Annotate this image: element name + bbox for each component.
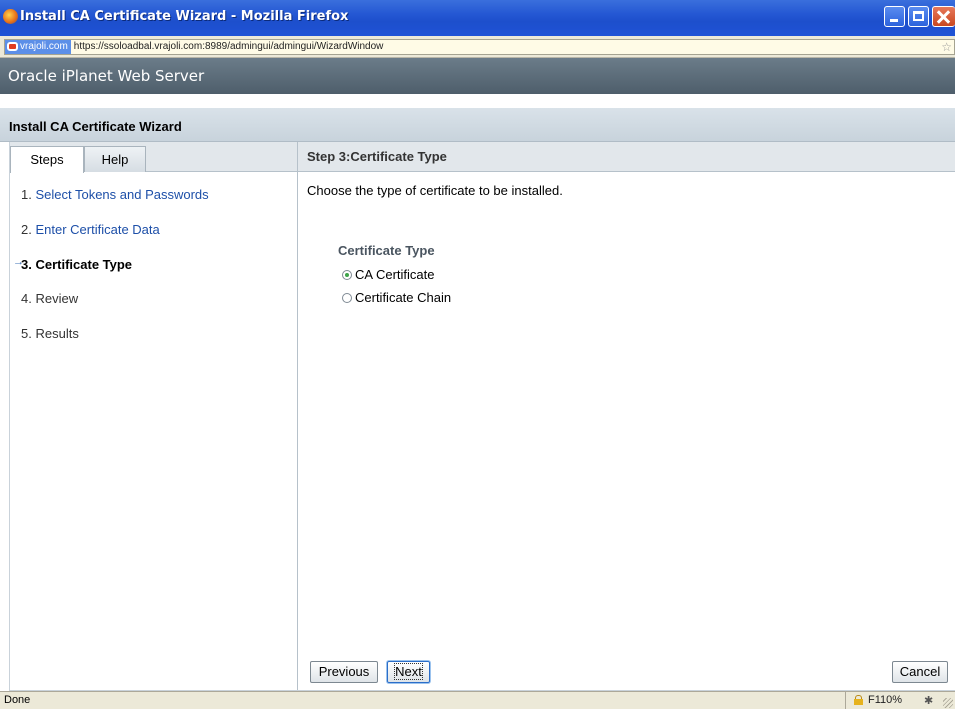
step-label: Certificate Type <box>35 257 133 272</box>
url-bar: vrajoli.com https://ssoloadbal.vrajoli.co… <box>0 36 955 58</box>
padlock-icon[interactable] <box>854 695 863 705</box>
status-indicators: F110% ✱ <box>845 692 955 709</box>
cancel-button[interactable]: Cancel <box>892 661 948 683</box>
oracle-favicon-icon <box>7 42 18 51</box>
window-titlebar: Install CA Certificate Wizard - Mozilla … <box>0 0 955 36</box>
previous-button[interactable]: Previous <box>310 661 378 683</box>
tab-help[interactable]: Help <box>84 146 146 172</box>
radio-unchecked-icon[interactable] <box>342 293 352 303</box>
step-link-enter-certificate-data[interactable]: Enter Certificate Data <box>35 222 159 237</box>
status-bar: Done F110% ✱ <box>0 691 955 709</box>
next-button-label: Next <box>394 663 423 680</box>
step-number: 4. <box>21 291 32 306</box>
step-item-4: 4. Review <box>21 291 78 306</box>
site-label: vrajoli.com <box>20 41 68 52</box>
wizard-title: Install CA Certificate Wizard <box>9 119 182 134</box>
maximize-button[interactable] <box>908 6 929 27</box>
resize-grip-icon[interactable] <box>943 698 953 708</box>
firefox-icon <box>3 9 18 24</box>
header-spacer <box>0 94 955 108</box>
step-link-select-tokens[interactable]: Select Tokens and Passwords <box>35 187 208 202</box>
step-item-5: 5. Results <box>21 326 79 341</box>
steps-panel: Steps Help 1. Select Tokens and Password… <box>9 142 298 691</box>
site-identity-button[interactable]: vrajoli.com <box>5 40 71 54</box>
product-name: Oracle iPlanet Web Server <box>8 67 205 85</box>
step-label: Results <box>35 326 79 341</box>
radio-certificate-chain[interactable]: Certificate Chain <box>342 290 451 305</box>
step-content-panel: Step 3:Certificate Type Choose the type … <box>298 142 955 691</box>
wizard-title-bar: Install CA Certificate Wizard <box>0 108 955 142</box>
addon-icon[interactable]: ✱ <box>924 693 933 709</box>
step-item-1[interactable]: 1. Select Tokens and Passwords <box>21 187 209 202</box>
radio-ca-certificate[interactable]: CA Certificate <box>342 267 434 282</box>
close-button[interactable] <box>932 6 955 27</box>
step-item-2[interactable]: 2. Enter Certificate Data <box>21 222 160 237</box>
current-step-arrow-icon: → <box>13 256 24 268</box>
product-header: Oracle iPlanet Web Server <box>0 58 955 94</box>
status-text: Done <box>4 694 31 706</box>
step-label: Review <box>35 291 79 306</box>
step-title: Step 3:Certificate Type <box>307 149 447 164</box>
tab-steps[interactable]: Steps <box>10 146 84 173</box>
window-title: Install CA Certificate Wizard - Mozilla … <box>20 9 349 24</box>
step-header: Step 3:Certificate Type <box>298 142 955 172</box>
url-text: https://ssoloadbal.vrajoli.com:8989/admi… <box>73 41 384 52</box>
address-field[interactable]: vrajoli.com https://ssoloadbal.vrajoli.co… <box>4 39 955 55</box>
step-item-3-current: → 3. Certificate Type <box>13 256 133 272</box>
radio-label: Certificate Chain <box>355 290 452 305</box>
radio-checked-icon[interactable] <box>342 270 352 280</box>
radio-label: CA Certificate <box>355 267 435 282</box>
zoom-level[interactable]: F110% <box>868 692 902 708</box>
step-instructions: Choose the type of certificate to be ins… <box>307 183 563 198</box>
step-number: 5. <box>21 326 32 341</box>
next-button[interactable]: Next <box>387 661 430 683</box>
star-icon[interactable]: ☆ <box>941 40 952 54</box>
minimize-button[interactable] <box>884 6 905 27</box>
certificate-type-label: Certificate Type <box>338 243 435 258</box>
tab-bar: Steps Help <box>10 142 298 173</box>
